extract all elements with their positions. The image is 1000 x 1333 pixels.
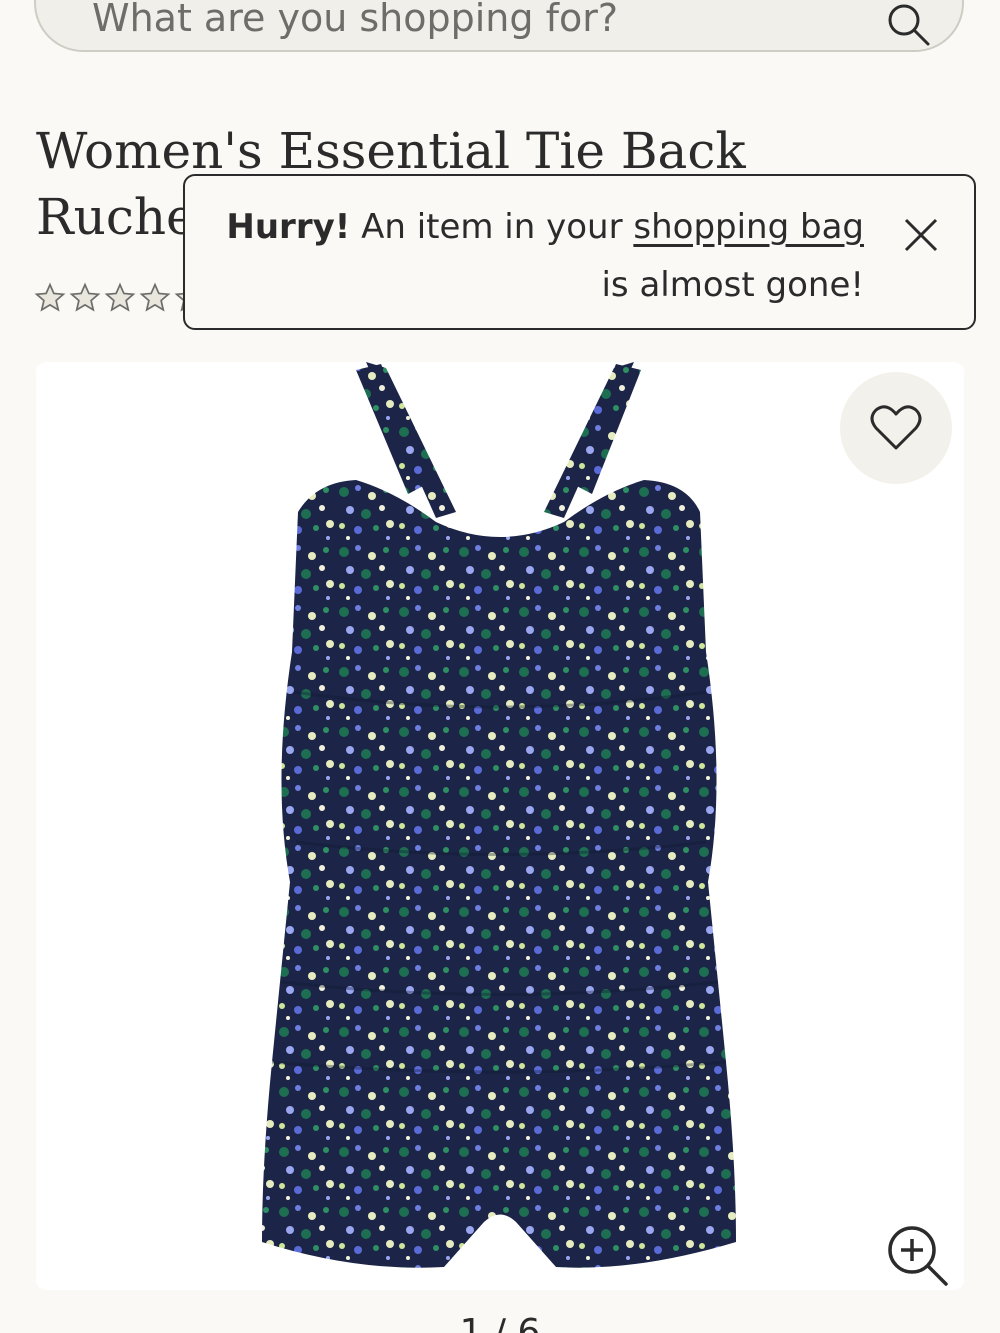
product-image-panel[interactable] [36, 362, 964, 1290]
shopping-bag-link[interactable]: shopping bag [633, 207, 864, 247]
toast-hurry: Hurry! [226, 207, 351, 247]
image-pager: 1 / 6 [459, 1312, 541, 1333]
toast-text-before: An item in your [350, 207, 634, 247]
star-icon [69, 282, 101, 312]
low-stock-toast: Hurry! An item in your shopping bag is a… [183, 174, 976, 330]
zoom-in-icon[interactable] [886, 1224, 950, 1288]
star-icon [34, 282, 66, 312]
star-icon [104, 282, 136, 312]
search-input[interactable]: What are you shopping for? [92, 0, 618, 40]
product-image[interactable] [36, 362, 964, 1290]
toast-message: Hurry! An item in your shopping bag is a… [224, 198, 864, 314]
search-bar[interactable]: What are you shopping for? [34, 0, 964, 52]
toast-text-after: is almost gone! [601, 265, 864, 305]
close-icon[interactable] [902, 216, 940, 254]
star-icon [139, 282, 171, 312]
wishlist-button[interactable] [840, 372, 952, 484]
star-rating[interactable] [34, 282, 206, 314]
search-icon[interactable] [884, 0, 932, 48]
heart-icon [870, 405, 922, 450]
